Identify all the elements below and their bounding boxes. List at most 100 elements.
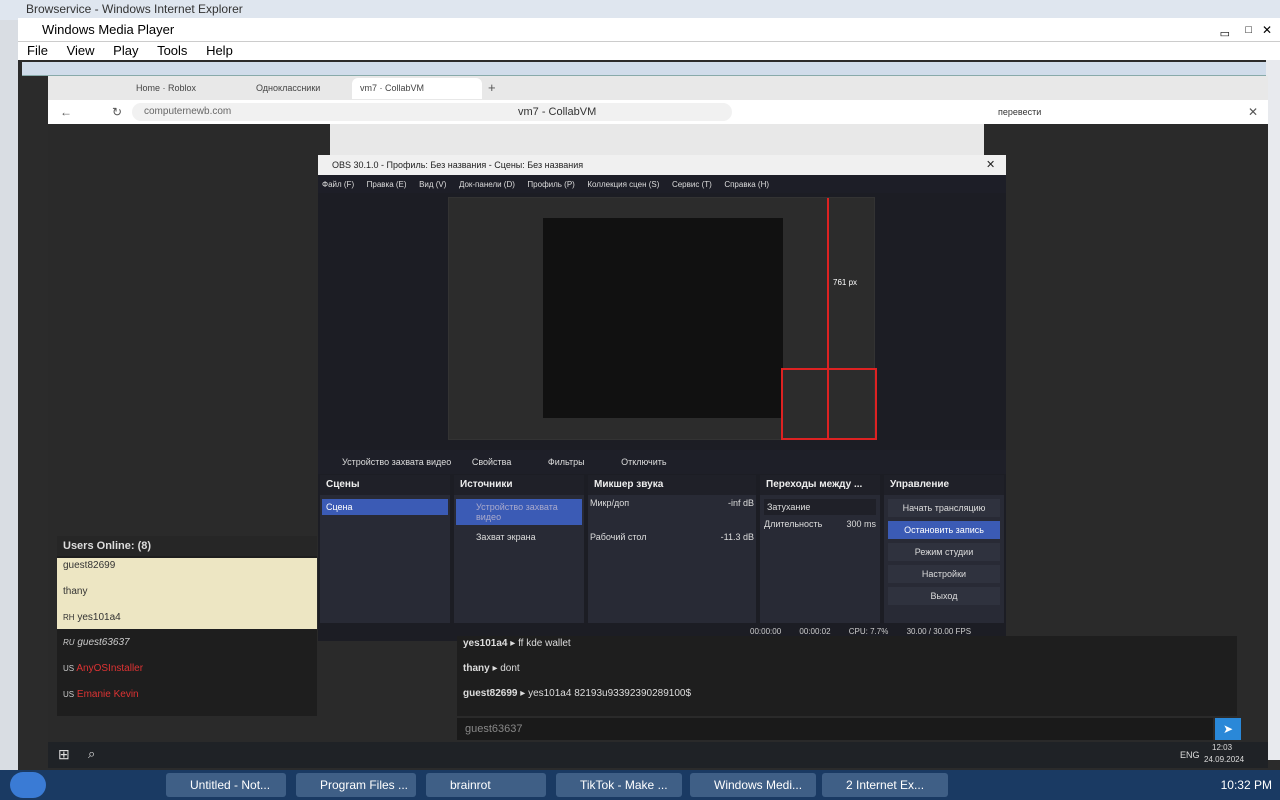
taskbar-item-brainrot[interactable]: brainrot [426, 773, 546, 797]
windows-icon[interactable]: ⊞ [58, 746, 70, 763]
menu-tools[interactable]: Tools [157, 43, 187, 58]
url-field[interactable]: computernewb.com [132, 103, 732, 121]
taskbar-item-tiktok[interactable]: TikTok - Make ... [556, 773, 682, 797]
track-db: -11.3 dB [720, 532, 754, 542]
vm-time: 12:03 [1212, 743, 1233, 752]
sources-panel: Источники Устройство захвата видео Захва… [454, 475, 584, 625]
stream-time: 00:00:00 [750, 627, 782, 636]
stop-record-button[interactable]: Остановить запись [888, 521, 1000, 539]
user-name: guest63637 [77, 637, 130, 648]
reload-icon[interactable]: ↻ [112, 100, 122, 124]
obs-menu-docks[interactable]: Док-панели (D) [459, 180, 515, 189]
filters-button[interactable]: Фильтры [548, 457, 585, 467]
controls-panel: Управление Начать трансляцию Остановить … [884, 475, 1004, 625]
nested-preview [543, 218, 783, 418]
mixer-track: Микр/доп -inf dB [588, 495, 756, 511]
wmp-title-bar: Windows Media Player ▭ □ ✕ [18, 18, 1280, 42]
scrollbar[interactable] [1266, 60, 1280, 760]
tab-ok[interactable]: Одноклассники [248, 78, 368, 99]
chat-user: yes101a4 [463, 638, 508, 649]
source-device-label: Устройство захвата видео [342, 457, 452, 467]
taskbar-item-notepad[interactable]: Untitled - Not... [166, 773, 286, 797]
page-title: vm7 - CollabVM [518, 106, 597, 118]
source-item[interactable]: Захват экрана [456, 529, 582, 545]
send-icon[interactable]: ➤ [1215, 718, 1241, 740]
chat-message: yes101a4 ▸ ff kde wallet [463, 638, 571, 649]
obs-preview[interactable]: 761 px [448, 197, 877, 440]
chat-user: guest82699 [463, 688, 518, 699]
obs-menu-help[interactable]: Справка (H) [724, 180, 769, 189]
obs-menu-file[interactable]: Файл (F) [322, 180, 354, 189]
track-name: Микр/доп [590, 498, 630, 508]
user-name: Emanie Kevin [76, 689, 139, 700]
flag: RU [63, 638, 75, 647]
scene-item[interactable]: Сцена [322, 499, 448, 515]
taskbar-item-wmp[interactable]: Windows Medi... [690, 773, 816, 797]
search-icon[interactable]: ⌕ [88, 746, 95, 762]
menu-view[interactable]: View [67, 43, 95, 58]
chat-input[interactable]: guest63637 [457, 718, 1213, 740]
scenes-title: Сцены [320, 475, 450, 495]
browser-tab-strip: Home · Roblox Одноклассники vm7 · Collab… [48, 76, 1268, 100]
transition-select[interactable]: Затухание [764, 499, 876, 515]
taskbar-clock[interactable]: 10:32 PM [1221, 778, 1272, 792]
users-title: Users Online: (8) [63, 540, 152, 552]
obs-menu-profile[interactable]: Профиль (P) [527, 180, 574, 189]
flag: US [63, 664, 75, 673]
vm-screen-top [330, 124, 984, 158]
back-icon[interactable]: ← [60, 100, 72, 124]
users-panel: Users Online: (8) guest82699 thany RH ye… [57, 536, 317, 716]
user-item[interactable]: US AnyOSInstaller [63, 663, 143, 674]
studio-mode-button[interactable]: Режим студии [888, 543, 1000, 561]
taskbar-item-explorer[interactable]: Program Files ... [296, 773, 416, 797]
obs-menu-edit[interactable]: Правка (E) [367, 180, 407, 189]
tab-roblox[interactable]: Home · Roblox [128, 78, 248, 99]
chat-log: yes101a4 ▸ ff kde wallet thany ▸ dont gu… [457, 636, 1237, 716]
duration-value[interactable]: 300 ms [846, 519, 876, 529]
settings-button[interactable]: Настройки [888, 565, 1000, 583]
chat-text: ff kde wallet [518, 638, 571, 649]
taskbar-item-ie[interactable]: 2 Internet Ex... [822, 773, 948, 797]
close-icon[interactable]: ✕ [1262, 18, 1272, 42]
user-item[interactable]: US Emanie Kevin [63, 689, 139, 700]
obs-menu-view[interactable]: Вид (V) [419, 180, 446, 189]
menu-file[interactable]: File [27, 43, 48, 58]
flag: RH [63, 613, 75, 622]
left-edge [0, 20, 18, 770]
translate-button[interactable]: перевести [998, 100, 1041, 124]
menu-help[interactable]: Help [206, 43, 233, 58]
maximize-icon[interactable]: □ [1245, 18, 1252, 42]
start-button[interactable] [10, 772, 46, 798]
transitions-panel: Переходы между ... Затухание Длительност… [760, 475, 880, 625]
obs-close-icon[interactable]: ✕ [986, 158, 995, 171]
user-name: AnyOSInstaller [76, 663, 144, 674]
source-item[interactable]: Устройство захвата видео [456, 499, 582, 525]
disable-button[interactable]: Отключить [621, 457, 667, 467]
controls-title: Управление [884, 475, 1004, 495]
fps: 30.00 / 30.00 FPS [906, 627, 972, 636]
user-item[interactable]: RU guest63637 [63, 637, 130, 648]
source-toolbar: Устройство захвата видео Свойства Фильтр… [318, 450, 1006, 474]
new-tab-icon[interactable]: + [488, 80, 496, 95]
tab-collabvm[interactable]: vm7 · CollabVM [352, 78, 482, 99]
user-item[interactable]: thany [63, 586, 87, 597]
user-item[interactable]: RH yes101a4 [63, 612, 121, 623]
menu-play[interactable]: Play [113, 43, 138, 58]
duration-label: Длительность [764, 519, 823, 529]
duration-row: Длительность 300 ms [764, 519, 876, 529]
vm-lang[interactable]: ENG [1180, 750, 1200, 760]
flag: US [63, 690, 75, 699]
close-tab-icon[interactable]: ✕ [1248, 100, 1258, 124]
obs-menu-tools[interactable]: Сервис (T) [672, 180, 712, 189]
obs-menu-scenes[interactable]: Коллекция сцен (S) [587, 180, 659, 189]
sources-title: Источники [454, 475, 584, 495]
obs-title-bar: OBS 30.1.0 - Профиль: Без названия - Сце… [318, 155, 1006, 175]
scenes-panel: Сцены Сцена [320, 475, 450, 625]
user-item[interactable]: guest82699 [63, 560, 115, 571]
start-stream-button[interactable]: Начать трансляцию [888, 499, 1000, 517]
exit-button[interactable]: Выход [888, 587, 1000, 605]
chat-message: guest82699 ▸ yes101a4 82193u933923902891… [463, 688, 692, 699]
properties-button[interactable]: Свойства [472, 457, 512, 467]
ie-title-bar: Browservice - Windows Internet Explorer [0, 0, 1280, 20]
host-taskbar: Untitled - Not... Program Files ... brai… [0, 770, 1280, 800]
